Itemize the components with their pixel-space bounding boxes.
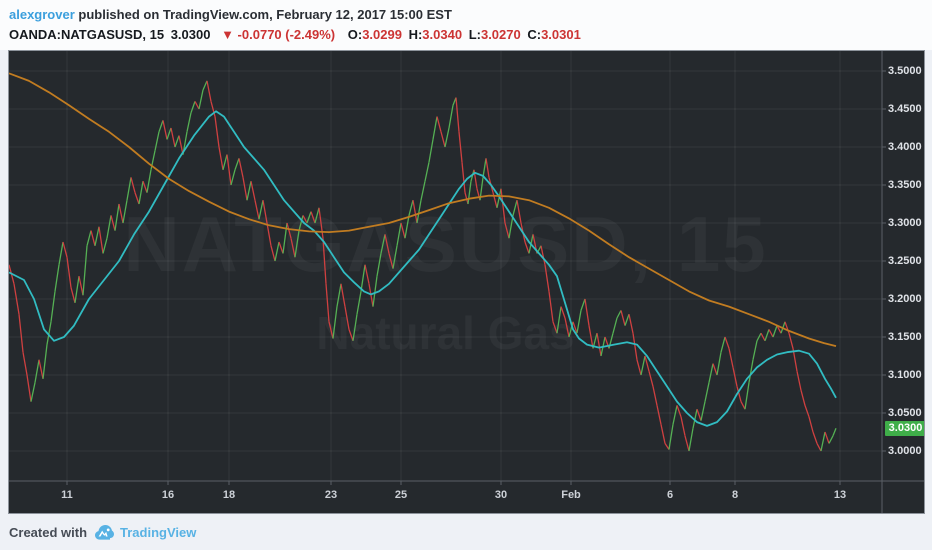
created-with-text: Created with [9, 524, 88, 540]
time-axis-label: 11 [61, 489, 73, 501]
time-axis-label: 30 [494, 489, 508, 501]
last-price: 3.0300 [170, 27, 211, 43]
symbol-name: OANDA:NATGASUSD, 15 [9, 27, 165, 43]
footer: Created with TradingView [0, 514, 932, 550]
tradingview-brand-link[interactable]: TradingView [120, 525, 196, 540]
close-value: 3.0301 [541, 27, 581, 43]
open-label: O: [347, 27, 363, 43]
chart-panel[interactable]: NATGASUSD, 15 Natural Gas 3.50003.45003.… [8, 50, 925, 514]
price-axis-label: 3.1000 [888, 369, 922, 381]
price-axis-label: 3.2000 [888, 293, 922, 305]
time-axis-label: 16 [161, 489, 175, 501]
tradingview-cloud-icon [95, 524, 115, 540]
last-price-axis-label: 3.0300 [885, 420, 924, 436]
time-axis-label: 18 [222, 489, 236, 501]
time-axis-label: Feb [561, 489, 581, 501]
open-value: 3.0299 [362, 27, 402, 43]
close-label: C: [527, 27, 542, 43]
low-label: L: [468, 27, 481, 43]
high-value: 3.0340 [422, 27, 463, 43]
symbol-info-bar: OANDA:NATGASUSD, 15 3.0300 ▼ -0.0770 (-2… [9, 25, 932, 45]
price-axis-label: 3.3500 [888, 179, 922, 191]
author-link[interactable]: alexgrover [9, 7, 75, 22]
time-axis-label: 8 [731, 489, 739, 501]
publish-header: alexgrover published on TradingView.com,… [0, 0, 932, 50]
price-axis-label: 3.5000 [888, 65, 922, 77]
published-text: published on TradingView.com, February 1… [78, 7, 452, 22]
price-chart-canvas[interactable] [9, 51, 925, 514]
time-axis-label: 25 [394, 489, 408, 501]
price-axis-label: 3.3000 [888, 217, 922, 229]
price-axis-label: 3.4500 [888, 103, 922, 115]
high-label: H: [408, 27, 423, 43]
time-axis-label: 23 [324, 489, 338, 501]
price-axis-label: 3.2500 [888, 255, 922, 267]
price-axis-label: 3.1500 [888, 331, 922, 343]
price-axis-label: 3.0000 [888, 445, 922, 457]
publish-line: alexgrover published on TradingView.com,… [9, 5, 932, 25]
time-axis-label: 6 [666, 489, 674, 501]
price-axis-label: 3.0500 [888, 407, 922, 419]
price-axis-label: 3.4000 [888, 141, 922, 153]
low-value: 3.0270 [480, 27, 521, 43]
price-change: ▼ -0.0770 (-2.49%) [221, 27, 336, 43]
time-axis-label: 13 [833, 489, 847, 501]
